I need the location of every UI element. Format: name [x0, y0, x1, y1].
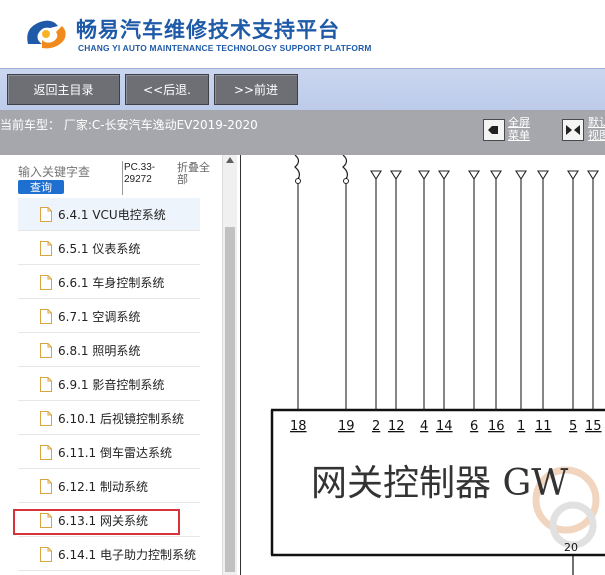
app-subtitle: CHANG YI AUTO MAINTENANCE TECHNOLOGY SUP… — [78, 43, 372, 53]
splice-mark — [342, 155, 349, 180]
tree-item[interactable]: 6.7.1 空调系统 — [18, 300, 200, 333]
pc-code-line-1: PC.33- — [124, 162, 156, 173]
connector-triangle — [515, 170, 527, 181]
connector-triangle — [587, 170, 599, 181]
tree-item-label: 6.10.1 后视镜控制系统 — [58, 411, 184, 426]
wiring-diagram-canvas: 网关控制器 GW 20 18 19 2 12 4 14 6 16 1 11 5 15 — [270, 155, 605, 575]
tree-item-label: 6.11.1 倒车雷达系统 — [58, 445, 172, 460]
home-button[interactable]: 返回主目录 — [7, 74, 120, 105]
file-icon — [40, 546, 52, 562]
pin-label: 2 — [372, 419, 380, 434]
back-button[interactable]: <<后退. — [125, 74, 209, 105]
sidebar-scrollbar[interactable] — [222, 155, 237, 575]
current-car-model: 当前车型： 厂家:C-长安汽车逸动EV2019-2020 — [0, 118, 258, 132]
pc-code-line-2: 29272 — [124, 174, 152, 185]
search-area: 查询 PC.33- 29272 折叠全 部 — [0, 155, 237, 201]
splice-node — [295, 178, 301, 184]
component-label: 网关控制器 GW — [311, 463, 568, 504]
tree-item-label: 6.5.1 仪表系统 — [58, 241, 141, 256]
pin-label: 15 — [585, 419, 602, 434]
file-icon — [40, 410, 52, 426]
default-view-link[interactable]: 默认 视图 — [588, 116, 605, 142]
connector-triangle — [418, 170, 430, 181]
pin-label: 4 — [420, 419, 428, 434]
collapse-label-2: 部 — [177, 173, 188, 186]
pin-label: 12 — [388, 419, 405, 434]
fullscreen-icon[interactable] — [483, 119, 505, 141]
file-icon — [40, 376, 52, 392]
tree-item-label: 6.4.1 VCU电控系统 — [58, 207, 166, 222]
fullscreen-menu-link[interactable]: 全屏 菜单 — [508, 116, 530, 142]
app-title: 畅易汽车维修技术支持平台 — [76, 18, 340, 42]
tree-item[interactable]: 6.5.1 仪表系统 — [18, 232, 200, 265]
file-icon — [40, 240, 52, 256]
split-view-icon[interactable] — [562, 119, 584, 141]
connector-triangle — [390, 170, 402, 181]
file-icon — [40, 274, 52, 290]
tree-item[interactable]: 6.14.1 电子助力控制系统 — [18, 538, 200, 571]
app-header: 畅易汽车维修技术支持平台 CHANG YI AUTO MAINTENANCE T… — [0, 0, 605, 68]
connector-triangle — [537, 170, 549, 181]
file-icon — [40, 478, 52, 494]
wiring-diagram: 网关控制器 GW 20 18 19 2 12 4 14 6 16 1 11 5 15 — [240, 155, 605, 575]
tree-item[interactable]: 6.4.1 VCU电控系统 — [18, 198, 200, 231]
divider — [122, 161, 123, 195]
info-bar: 当前车型： 厂家:C-长安汽车逸动EV2019-2020 全屏 菜单 默认 视图 — [0, 110, 605, 155]
tree-item-label: 6.7.1 空调系统 — [58, 309, 141, 324]
file-icon — [40, 444, 52, 460]
tree-item[interactable]: 6.9.1 影音控制系统 — [18, 368, 200, 401]
connector-triangle — [438, 170, 450, 181]
connector-triangle — [567, 170, 579, 181]
tree-item[interactable]: 6.12.1 制动系统 — [18, 470, 200, 503]
tree-item-label: 6.14.1 电子助力控制系统 — [58, 547, 196, 562]
file-icon — [40, 308, 52, 324]
tree-item[interactable]: 6.10.1 后视镜控制系统 — [18, 402, 200, 435]
nav-bar: 返回主目录 <<后退. >>前进 — [0, 68, 605, 111]
tree-item-label: 6.9.1 影音控制系统 — [58, 377, 165, 392]
file-icon — [40, 342, 52, 358]
forward-button[interactable]: >>前进 — [214, 74, 298, 105]
tree-item[interactable]: 6.6.1 车身控制系统 — [18, 266, 200, 299]
default-view-label-1: 默认 — [588, 116, 605, 129]
pin-label: 1 — [517, 419, 525, 434]
bottom-pin-label: 20 — [564, 541, 578, 554]
splice-node — [343, 178, 349, 184]
selected-item-highlight — [13, 509, 180, 535]
fullscreen-label-1: 全屏 — [508, 116, 530, 129]
pin-label: 14 — [436, 419, 453, 434]
fullscreen-label-2: 菜单 — [508, 129, 530, 142]
file-icon — [40, 206, 52, 222]
pin-label: 6 — [470, 419, 478, 434]
pin-label: 16 — [488, 419, 505, 434]
pc-code: PC.33- 29272 — [124, 162, 155, 186]
pins-group: 18 19 2 12 4 14 6 16 1 11 5 15 — [290, 155, 602, 434]
splice-mark — [294, 155, 301, 180]
tree-item-label: 6.6.1 车身控制系统 — [58, 275, 165, 290]
collapse-all-link[interactable]: 折叠全 部 — [177, 162, 217, 186]
tree-item[interactable]: 6.11.1 倒车雷达系统 — [18, 436, 200, 469]
query-button[interactable]: 查询 — [18, 180, 64, 194]
pin-label: 11 — [535, 419, 552, 434]
tree-item-label: 6.12.1 制动系统 — [58, 479, 148, 494]
default-view-label-2: 视图 — [588, 129, 605, 142]
tree-item-label: 6.8.1 照明系统 — [58, 343, 141, 358]
connector-triangle — [490, 170, 502, 181]
tree-item[interactable]: 6.8.1 照明系统 — [18, 334, 200, 367]
logo-icon — [27, 20, 66, 49]
pin-label: 19 — [338, 419, 355, 434]
scroll-up-icon[interactable] — [226, 157, 234, 163]
connector-triangle — [370, 170, 382, 181]
sidebar: 查询 PC.33- 29272 折叠全 部 6.4.1 VCU电控系统 6.5.1… — [0, 155, 237, 575]
connector-triangle — [468, 170, 480, 181]
pin-label: 18 — [290, 419, 307, 434]
pin-label: 5 — [569, 419, 577, 434]
scroll-thumb[interactable] — [225, 227, 235, 572]
